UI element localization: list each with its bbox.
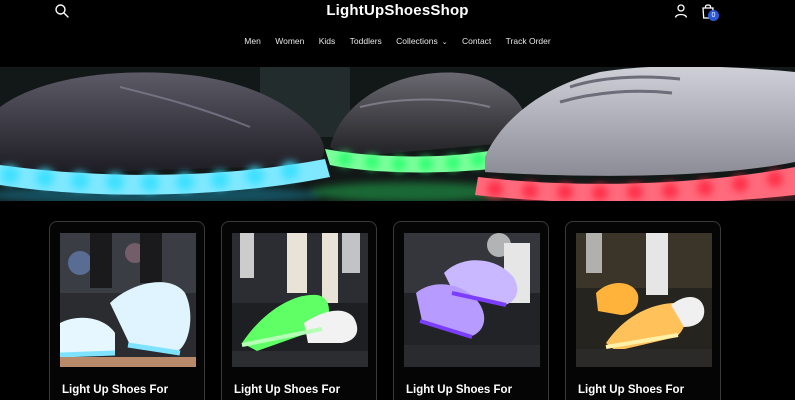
product-photo-orange-shoes <box>576 233 712 367</box>
nav-item-toddlers[interactable]: Toddlers <box>350 36 382 46</box>
account-button[interactable] <box>673 3 689 19</box>
product-title[interactable]: Light Up Shoes For <box>578 384 684 396</box>
product-image[interactable] <box>576 233 712 367</box>
product-card[interactable]: Light Up Shoes For <box>221 221 377 400</box>
product-image[interactable] <box>60 233 196 367</box>
product-grid: Light Up Shoes For Light Up Shoes For Li… <box>49 221 721 400</box>
nav-item-track-order[interactable]: Track Order <box>506 36 551 46</box>
account-icon <box>674 4 688 18</box>
nav-item-women[interactable]: Women <box>275 36 304 46</box>
nav-item-collections-label: Collections <box>396 36 438 46</box>
site-header: LightUpShoesShop 0 Men Women Kids Toddle… <box>0 0 795 66</box>
product-title[interactable]: Light Up Shoes For <box>406 384 512 396</box>
hero-banner[interactable] <box>0 67 795 201</box>
nav-item-collections[interactable]: Collections ⌄ <box>396 36 447 46</box>
product-title[interactable]: Light Up Shoes For <box>62 384 168 396</box>
product-image[interactable] <box>404 233 540 367</box>
product-title[interactable]: Light Up Shoes For <box>234 384 340 396</box>
product-image[interactable] <box>232 233 368 367</box>
product-card[interactable]: Light Up Shoes For <box>49 221 205 400</box>
product-card[interactable]: Light Up Shoes For <box>565 221 721 400</box>
product-photo-green-shoes <box>232 233 368 367</box>
hero-shoes-image <box>0 67 795 201</box>
product-photo-purple-shoes <box>404 233 540 367</box>
nav-item-kids[interactable]: Kids <box>319 36 336 46</box>
main-nav: Men Women Kids Toddlers Collections ⌄ Con… <box>0 36 795 46</box>
nav-item-men[interactable]: Men <box>244 36 261 46</box>
nav-item-contact[interactable]: Contact <box>462 36 491 46</box>
cart-count-badge: 0 <box>708 10 719 21</box>
chevron-down-icon: ⌄ <box>441 39 448 46</box>
product-card[interactable]: Light Up Shoes For <box>393 221 549 400</box>
product-photo-white-shoes <box>60 233 196 367</box>
